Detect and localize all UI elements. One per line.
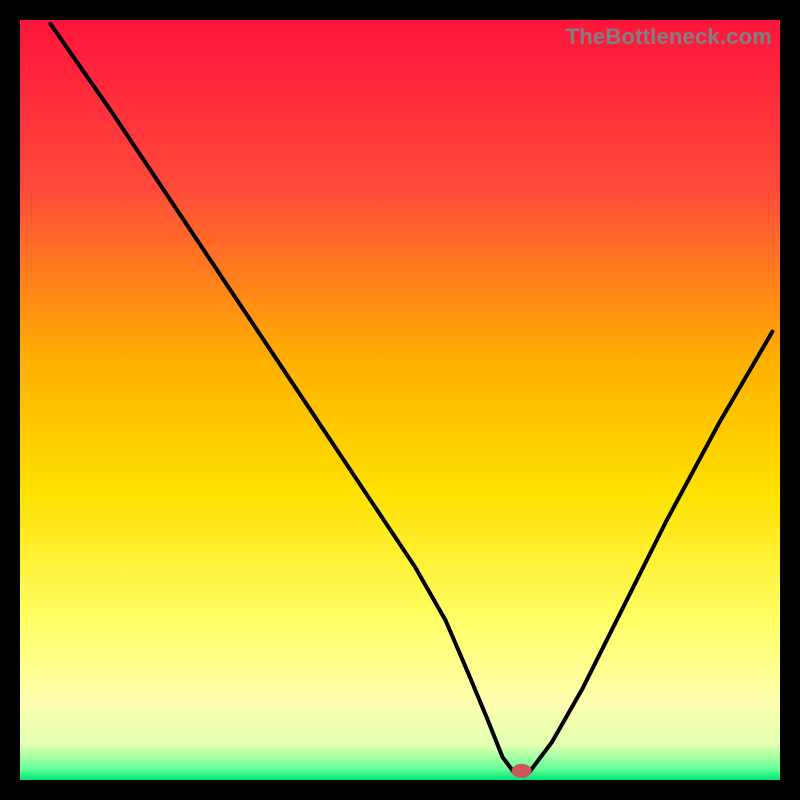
optimal-marker [512, 764, 532, 778]
bottleneck-chart [20, 20, 780, 780]
gradient-background [20, 20, 780, 780]
watermark-label: TheBottleneck.com [566, 24, 772, 50]
plot-frame: TheBottleneck.com [20, 20, 780, 780]
